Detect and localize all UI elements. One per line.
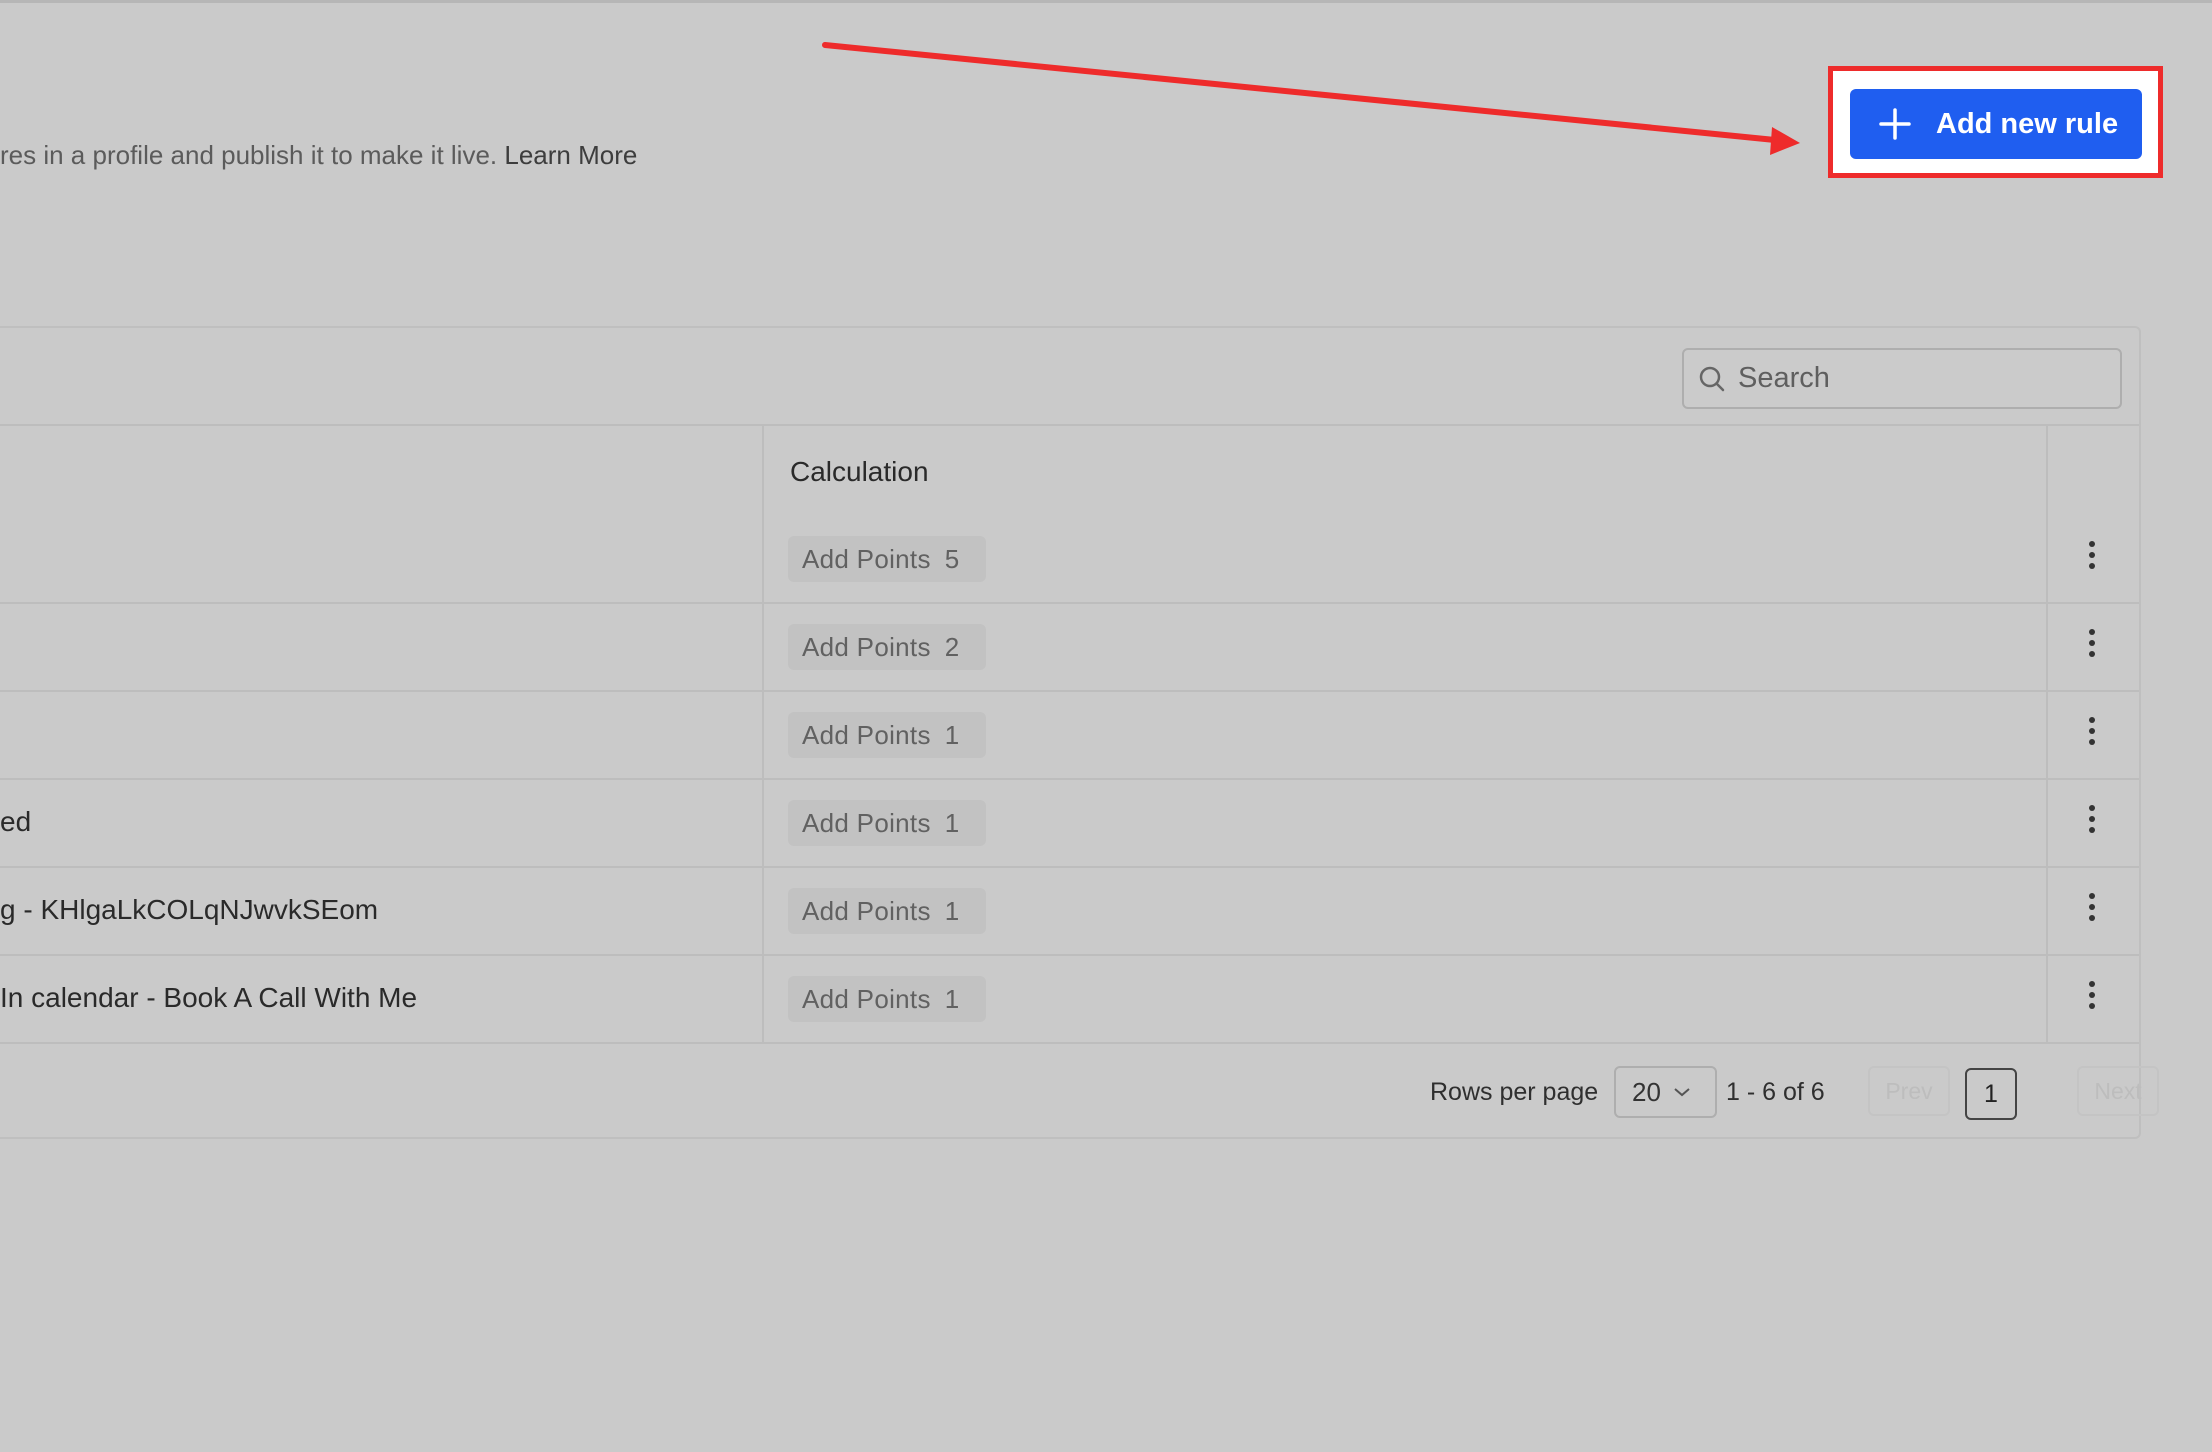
more-vertical-icon[interactable] (2078, 976, 2106, 1022)
table-row[interactable]: g - KHlgaLkCOLqNJwvkSEom Add Points 1 (0, 868, 2139, 956)
calculation-action: Add Points (802, 719, 931, 750)
table-row[interactable]: ed Add Points 1 (0, 780, 2139, 868)
add-new-rule-label: Add new rule (1936, 107, 2119, 140)
more-vertical-icon[interactable] (2078, 800, 2106, 846)
plus-icon (1879, 108, 1911, 140)
calculation-action: Add Points (802, 895, 931, 926)
table-row[interactable]: Add Points 1 (0, 692, 2139, 780)
add-new-rule-button[interactable]: Add new rule (1850, 89, 2142, 159)
page-number-button[interactable]: 1 (1965, 1068, 2017, 1120)
more-vertical-icon[interactable] (2078, 536, 2106, 582)
description-text: res in a profile and publish it to make … (0, 140, 498, 170)
table-row[interactable]: Add Points 2 (0, 604, 2139, 692)
calculation-badge: Add Points 1 (788, 888, 986, 934)
calculation-action: Add Points (802, 807, 931, 838)
column-header-calculation: Calculation (790, 456, 929, 487)
table-row[interactable]: In calendar - Book A Call With Me Add Po… (0, 956, 2139, 1044)
calculation-points: 2 (944, 631, 960, 662)
page-description: res in a profile and publish it to make … (0, 140, 637, 171)
search-icon (1699, 366, 1725, 391)
calculation-points: 1 (944, 807, 960, 838)
table-toolbar (0, 328, 2139, 426)
prev-page-button[interactable]: Prev (1868, 1066, 1950, 1116)
calculation-points: 1 (944, 895, 960, 926)
more-vertical-icon[interactable] (2078, 624, 2106, 670)
top-divider (0, 0, 2212, 3)
table-header: Calculation (0, 426, 2139, 516)
calculation-action: Add Points (802, 983, 931, 1014)
more-vertical-icon[interactable] (2078, 712, 2106, 758)
rows-per-page-select[interactable]: 20 (1614, 1066, 1717, 1118)
more-vertical-icon[interactable] (2078, 888, 2106, 934)
chevron-down-icon (1674, 1088, 1690, 1097)
calculation-badge: Add Points 1 (788, 976, 986, 1022)
table-pagination: Rows per page 20 1 - 6 of 6 Prev 1 Next (0, 1042, 2159, 1139)
rule-name: In calendar - Book A Call With Me (0, 982, 418, 1013)
search-input[interactable] (1736, 361, 2100, 396)
rows-per-page-label: Rows per page (1430, 1078, 1599, 1106)
rules-table-card: Calculation Add Points 5 Add Points 2 Ad… (0, 326, 2159, 1139)
next-page-button[interactable]: Next (2077, 1066, 2159, 1116)
calculation-action: Add Points (802, 631, 931, 662)
calculation-badge: Add Points 2 (788, 624, 986, 670)
pagination-range: 1 - 6 of 6 (1726, 1078, 1825, 1106)
calculation-points: 5 (944, 543, 960, 574)
calculation-badge: Add Points 5 (788, 536, 986, 582)
learn-more-link[interactable]: Learn More (504, 140, 637, 170)
rows-per-page-value: 20 (1632, 1076, 1661, 1107)
rule-name: ed (0, 806, 32, 837)
calculation-points: 1 (944, 983, 960, 1014)
calculation-badge: Add Points 1 (788, 712, 986, 758)
calculation-points: 1 (944, 719, 960, 750)
calculation-badge: Add Points 1 (788, 800, 986, 846)
rule-name: g - KHlgaLkCOLqNJwvkSEom (0, 894, 379, 925)
search-box[interactable] (1682, 348, 2122, 409)
calculation-action: Add Points (802, 543, 931, 574)
table-row[interactable]: Add Points 5 (0, 516, 2139, 604)
